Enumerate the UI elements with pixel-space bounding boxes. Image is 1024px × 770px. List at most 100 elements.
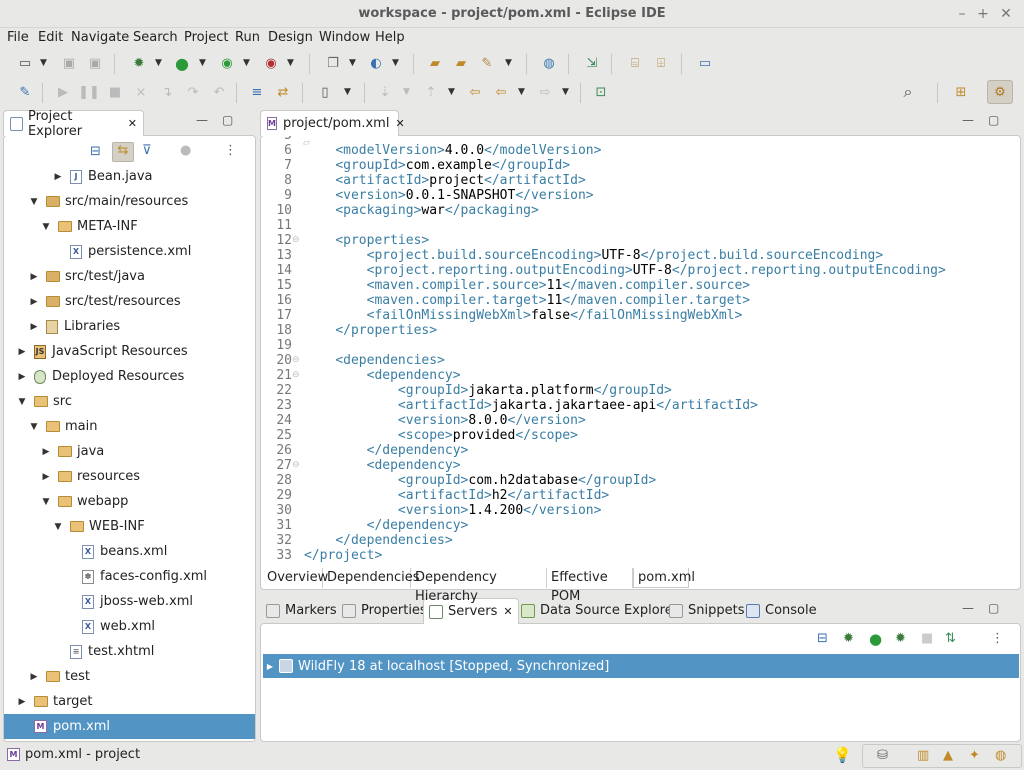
minimize-editor-icon[interactable]: — [962, 113, 974, 127]
tree-item[interactable]: ▶ java [4, 439, 255, 464]
filter-icon[interactable]: ⊽ [142, 143, 152, 158]
tree-item[interactable]: Xweb.xml [4, 614, 255, 639]
step-into-icon[interactable]: ↴ [156, 81, 178, 103]
tree-item[interactable]: ▶ J Bean.java [4, 164, 255, 189]
browser-icon[interactable]: ◍ [538, 52, 560, 74]
start-server-icon[interactable]: ● [869, 630, 882, 648]
tab-console[interactable]: Console [746, 603, 817, 618]
servers-trim-icon[interactable]: ⛁ [877, 748, 888, 763]
annotation-icon[interactable]: ▯ [314, 81, 336, 103]
minimize-view-icon[interactable]: — [196, 113, 208, 127]
tree-item[interactable]: ▶ src/test/java [4, 264, 255, 289]
debug-icon[interactable]: ✹ [128, 52, 150, 74]
stop-server-icon[interactable]: ■ [921, 631, 933, 646]
expand-arrow-icon[interactable]: ▶ [28, 672, 40, 682]
tree-item[interactable]: ✽ faces-config.xml [4, 564, 255, 589]
fold-toggle-icon[interactable]: ⊖ [292, 460, 300, 470]
step-return-icon[interactable]: ↶ [208, 81, 230, 103]
annotate-icon[interactable]: ⌸ [624, 52, 646, 74]
new-class-icon[interactable]: ◐ [365, 52, 387, 74]
menu-navigate[interactable]: Navigate [71, 30, 129, 45]
tutorial-icon[interactable]: ▲ [943, 748, 953, 763]
collapse-arrow-icon[interactable]: ▼ [40, 222, 52, 232]
expand-arrow-icon[interactable]: ▶ [16, 347, 28, 357]
editor-tab-dependencies[interactable]: Dependencies [323, 568, 420, 588]
new-class-dropdown-icon[interactable]: ▼ [392, 58, 399, 68]
tab-properties[interactable]: Properties [342, 603, 427, 618]
editor-tab-overview[interactable]: Overview [263, 568, 328, 588]
monitor-icon[interactable]: ▭ [694, 52, 716, 74]
menu-search[interactable]: Search [133, 30, 178, 45]
fold-toggle-icon[interactable]: ⊖ [292, 235, 300, 245]
publish-icon[interactable]: ⇅ [945, 631, 956, 646]
tree-item[interactable]: Xjboss-web.xml [4, 589, 255, 614]
expand-arrow-icon[interactable]: ▶ [28, 297, 40, 307]
collapse-all-icon[interactable]: ⊟ [90, 144, 101, 159]
expand-arrow-icon[interactable]: ▶ [28, 272, 40, 282]
tree-item[interactable]: ▼ main [4, 414, 255, 439]
prev-annotation-icon[interactable]: ⇡ [420, 81, 442, 103]
new-project-dropdown-icon[interactable]: ▼ [349, 58, 356, 68]
next-dropdown-icon[interactable]: ▼ [403, 87, 410, 97]
search-dropdown-icon[interactable]: ▼ [505, 58, 512, 68]
disconnect-icon[interactable]: ⨯ [130, 81, 152, 103]
tree-item[interactable]: ▶ src/test/resources [4, 289, 255, 314]
start-debug-icon[interactable]: ✹ [843, 631, 854, 646]
resume-icon[interactable]: ▶ [52, 81, 74, 103]
menu-window[interactable]: Window [319, 30, 370, 45]
expand-arrow-icon[interactable]: ▶ [28, 322, 40, 332]
menu-edit[interactable]: Edit [38, 30, 63, 45]
tab-data-source-explorer[interactable]: Data Source Explorer [521, 603, 678, 618]
tab-project-explorer[interactable]: Project Explorer ✕ [3, 109, 144, 139]
maximize-view-icon[interactable]: ▢ [988, 601, 999, 615]
tab-pom-xml[interactable]: M project/pom.xml ✕ [260, 110, 405, 136]
view-menu-icon[interactable]: ⋮ [224, 143, 237, 158]
close-icon[interactable]: ✕ [128, 117, 137, 130]
collapse-arrow-icon[interactable]: ▼ [16, 397, 28, 407]
back-icon[interactable]: ⇦ [490, 81, 512, 103]
save-icon[interactable]: ▣ [58, 52, 80, 74]
maximize-editor-icon[interactable]: ▢ [988, 113, 999, 127]
open-perspective-icon[interactable]: ⊞ [950, 81, 972, 103]
fold-toggle-icon[interactable]: ⊖ [292, 370, 300, 380]
use-step-filters-icon[interactable]: ≡ [246, 81, 268, 103]
server-row[interactable]: ▶ WildFly 18 at localhost [Stopped, Sync… [263, 654, 1019, 678]
book-icon[interactable]: ▥ [917, 748, 929, 763]
run-dropdown-icon[interactable]: ▼ [199, 58, 206, 68]
open-type-icon[interactable]: ▰ [424, 52, 446, 74]
terminate-icon[interactable]: ■ [104, 81, 126, 103]
collapse-icon[interactable]: ⊟ [817, 631, 828, 646]
debug-dropdown-icon[interactable]: ▼ [155, 58, 162, 68]
minimize-window-button[interactable]: – [952, 4, 972, 24]
tab-snippets[interactable]: Snippets [669, 603, 744, 618]
menu-design[interactable]: Design [268, 30, 313, 45]
forward-icon[interactable]: ⇨ [534, 81, 556, 103]
collapse-arrow-icon[interactable]: ▼ [28, 422, 40, 432]
minimize-view-icon[interactable]: — [962, 601, 974, 615]
tab-markers[interactable]: Markers [266, 603, 337, 618]
edit-task-icon[interactable]: ⌹ [650, 52, 672, 74]
expand-arrow-icon[interactable]: ▶ [40, 447, 52, 457]
xml-editor[interactable]: 56 <modelVersion>4.0.0</modelVersion> 7 <… [262, 136, 1019, 566]
expand-arrow-icon[interactable]: ▶ [263, 662, 277, 671]
last-edit-location-icon[interactable]: ⇦ [464, 81, 486, 103]
menu-run[interactable]: Run [235, 30, 260, 45]
forward-dropdown-icon[interactable]: ▼ [562, 87, 569, 97]
tree-item[interactable]: ≡ test.xhtml [4, 639, 255, 664]
tip-icon[interactable]: 💡 [833, 746, 852, 764]
toggle-mark-icon[interactable]: ⇄ [272, 81, 294, 103]
external-tools-icon[interactable]: ◉ [260, 52, 282, 74]
tree-item[interactable]: ▶ resources [4, 464, 255, 489]
editor-tab-pom-xml[interactable]: pom.xml [633, 568, 695, 588]
jee-perspective-icon[interactable]: ⚙ [987, 80, 1013, 104]
maximize-window-button[interactable]: + [973, 4, 993, 24]
tree-item[interactable]: Mpom.xml [4, 714, 255, 739]
view-menu-icon[interactable]: ⋮ [991, 631, 1004, 646]
collapse-arrow-icon[interactable]: ▼ [40, 497, 52, 507]
tree-item[interactable]: ▶ Deployed Resources [4, 364, 255, 389]
menu-help[interactable]: Help [375, 30, 405, 45]
tree-item[interactable]: Xbeans.xml [4, 539, 255, 564]
menu-file[interactable]: File [7, 30, 29, 45]
maximize-view-icon[interactable]: ▢ [222, 113, 233, 127]
focus-icon[interactable]: ● [180, 143, 191, 158]
